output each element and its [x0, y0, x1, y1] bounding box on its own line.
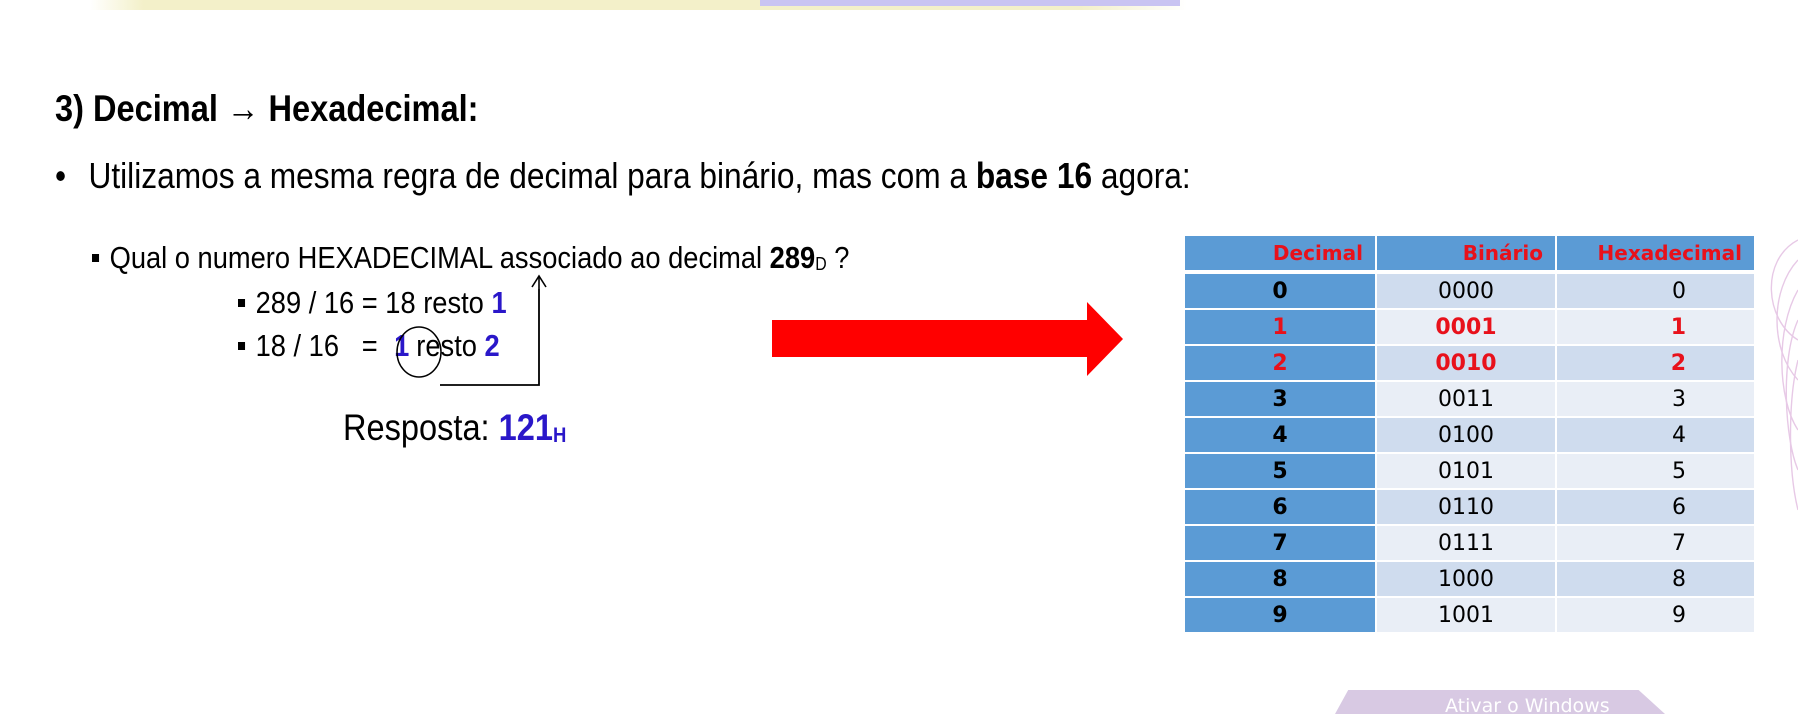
- cell-hexadecimal: 1: [1555, 308, 1756, 346]
- cell-hexadecimal: 5: [1555, 452, 1756, 490]
- cell-binary: 0111: [1375, 524, 1557, 562]
- cell-binary: 0011: [1375, 380, 1557, 418]
- table-row: 4 0100 4: [1183, 416, 1756, 454]
- table-row: 8 1000 8: [1183, 560, 1756, 598]
- cell-decimal: 2: [1183, 344, 1377, 382]
- cell-binary: 0001: [1375, 308, 1557, 346]
- cell-hexadecimal: 9: [1555, 596, 1756, 634]
- cell-binary: 1001: [1375, 596, 1557, 634]
- quotient-circle: [396, 326, 442, 378]
- table-row: 5 0101 5: [1183, 452, 1756, 490]
- cell-decimal: 0: [1183, 271, 1377, 310]
- right-arrow: [772, 302, 1123, 376]
- conversion-table: Decimal Binário Hexadecimal 0 0000 0 1 0001 1…: [1183, 234, 1756, 634]
- cell-binary: 0000: [1375, 271, 1557, 310]
- cell-hexadecimal: 0: [1555, 271, 1756, 310]
- cell-hexadecimal: 6: [1555, 488, 1756, 526]
- cell-hexadecimal: 3: [1555, 380, 1756, 418]
- remainder-bracket: [440, 289, 540, 386]
- header-hexadecimal: Hexadecimal: [1555, 234, 1756, 273]
- cell-decimal: 9: [1183, 596, 1377, 634]
- cell-hexadecimal: 2: [1555, 344, 1756, 382]
- cell-decimal: 7: [1183, 524, 1377, 562]
- cell-binary: 1000: [1375, 560, 1557, 598]
- cell-decimal: 4: [1183, 416, 1377, 454]
- cell-decimal: 1: [1183, 308, 1377, 346]
- cell-hexadecimal: 4: [1555, 416, 1756, 454]
- table-row: 6 0110 6: [1183, 488, 1756, 526]
- cell-decimal: 5: [1183, 452, 1377, 490]
- table-row: 9 1001 9: [1183, 596, 1756, 634]
- cell-binary: 0101: [1375, 452, 1557, 490]
- table-row: 3 0011 3: [1183, 380, 1756, 418]
- cell-decimal: 6: [1183, 488, 1377, 526]
- cell-binary: 0100: [1375, 416, 1557, 454]
- table-row: 0 0000 0: [1183, 271, 1756, 310]
- cell-decimal: 3: [1183, 380, 1377, 418]
- cell-decimal: 8: [1183, 560, 1377, 598]
- table-header-row: Decimal Binário Hexadecimal: [1183, 234, 1756, 273]
- table-row: 7 0111 7: [1183, 524, 1756, 562]
- header-binary: Binário: [1375, 234, 1557, 273]
- table-body: 0 0000 0 1 0001 1 2 0010 2 3 0011 3 4 0100 4 5 0101 5 6 011…: [1183, 271, 1756, 634]
- header-decimal: Decimal: [1183, 234, 1377, 273]
- cell-hexadecimal: 8: [1555, 560, 1756, 598]
- decorative-swirl: [1770, 239, 1798, 511]
- table-row: 1 0001 1: [1183, 308, 1756, 346]
- cell-hexadecimal: 7: [1555, 524, 1756, 562]
- table-row: 2 0010 2: [1183, 344, 1756, 382]
- cell-binary: 0110: [1375, 488, 1557, 526]
- cell-binary: 0010: [1375, 344, 1557, 382]
